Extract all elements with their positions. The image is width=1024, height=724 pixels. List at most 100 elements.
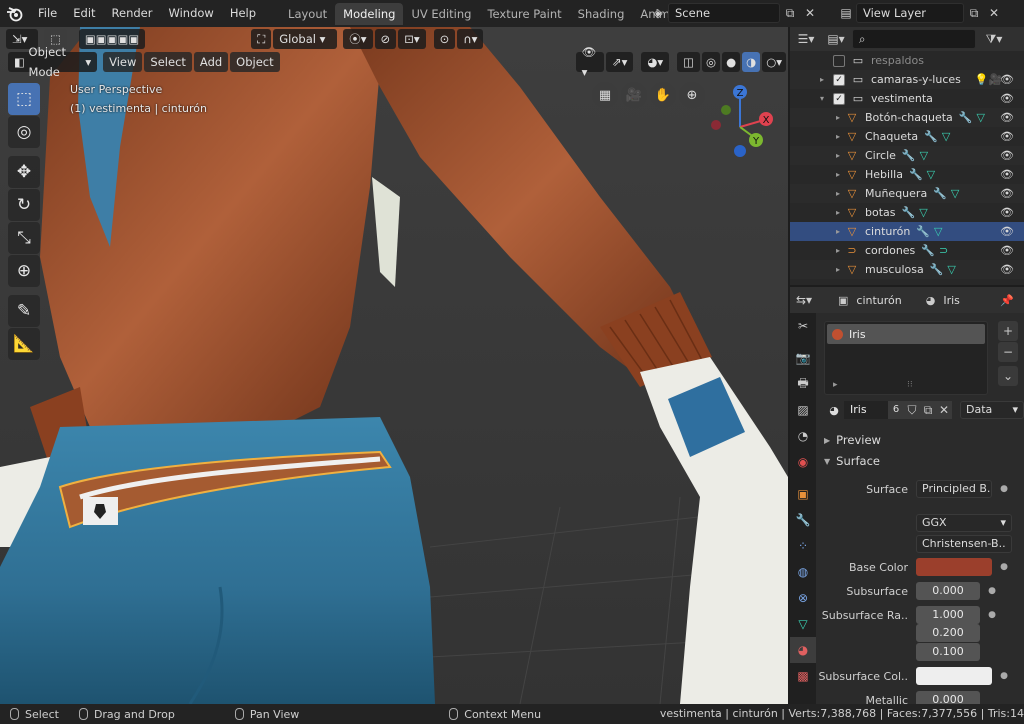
object-data-icon[interactable]: ▽: [920, 149, 928, 162]
view-layer-tab-icon[interactable]: ▨: [790, 397, 816, 423]
shading-material-icon[interactable]: ◑: [742, 52, 761, 72]
modifier-icon[interactable]: 🔧: [902, 206, 916, 219]
pin-icon[interactable]: 📌: [1000, 294, 1014, 307]
output-tab-icon[interactable]: 🖶: [790, 371, 816, 397]
visibility-eye-icon[interactable]: 👁: [1000, 244, 1014, 257]
rotate-tool-icon[interactable]: ↻: [8, 189, 40, 221]
overlays-icon[interactable]: ◕▾: [641, 52, 670, 72]
visibility-eye-icon[interactable]: 👁: [1000, 263, 1014, 276]
object-data-icon[interactable]: ▽: [977, 111, 985, 124]
object-data-icon[interactable]: ▽: [947, 263, 955, 276]
metallic-field[interactable]: 0.000: [916, 691, 980, 704]
visibility-eye-icon[interactable]: 👁: [1000, 206, 1014, 219]
outliner-row[interactable]: ▸ ▽ Circle 🔧 ▽ 👁: [790, 146, 1024, 165]
scale-tool-icon[interactable]: ⤡: [8, 222, 40, 254]
surface-shader-dropdown[interactable]: Principled B..: [916, 480, 992, 498]
transform-orientation-icon[interactable]: ⛶: [251, 29, 272, 49]
world-tab-icon[interactable]: ◉: [790, 449, 816, 475]
shading-solid-icon[interactable]: ●: [722, 52, 741, 72]
disclosure-triangle-icon[interactable]: ▾: [816, 94, 828, 103]
socket-dot-icon[interactable]: ●: [996, 562, 1012, 572]
pivot-point-icon[interactable]: ⦿▾: [343, 29, 373, 49]
surface-panel-header[interactable]: ▼ Surface: [816, 450, 1024, 472]
material-tab-icon[interactable]: ◕: [790, 637, 816, 663]
link-mode-dropdown[interactable]: Data ▾: [960, 401, 1024, 419]
tab-modeling[interactable]: Modeling: [335, 2, 404, 25]
cursor-tool-icon[interactable]: ◎: [8, 116, 40, 148]
menu-render[interactable]: Render: [104, 0, 161, 27]
distribution-dropdown[interactable]: GGX ▾: [916, 514, 1012, 532]
modifier-icon[interactable]: 🔧: [909, 168, 923, 181]
grid-view-icon[interactable]: ▦: [592, 82, 618, 108]
object-data-icon[interactable]: ▽: [927, 168, 935, 181]
particles-tab-icon[interactable]: ⁘: [790, 533, 816, 559]
modifier-icon[interactable]: 🔧: [930, 263, 944, 276]
tab-uv-editing[interactable]: UV Editing: [403, 3, 479, 25]
visibility-eye-icon[interactable]: 👁: [1000, 187, 1014, 200]
slot-specials-icon[interactable]: ⌄: [998, 366, 1018, 386]
visibility-eye-icon[interactable]: 👁: [1000, 168, 1014, 181]
transform-orientation-dropdown[interactable]: Global ▾: [273, 29, 338, 49]
move-tool-icon[interactable]: ✥: [8, 156, 40, 188]
disclosure-triangle-icon[interactable]: ▸: [832, 227, 844, 236]
sss-method-dropdown[interactable]: Christensen-B..: [916, 535, 1012, 553]
disclosure-triangle-icon[interactable]: ▸: [816, 75, 828, 84]
menu-add[interactable]: Add: [193, 52, 229, 72]
annotate-tool-icon[interactable]: ✎: [8, 295, 40, 327]
subsurface-radius-y-field[interactable]: 0.200: [916, 624, 980, 642]
outliner-row[interactable]: ▸ ▽ Chaqueta 🔧 ▽ 👁: [790, 127, 1024, 146]
disclosure-triangle-icon[interactable]: ▸: [832, 208, 844, 217]
texture-tab-icon[interactable]: ▩: [790, 663, 816, 689]
disclosure-triangle-icon[interactable]: ▸: [832, 246, 844, 255]
menu-file[interactable]: File: [30, 0, 65, 27]
visibility-eye-icon[interactable]: 👁: [1000, 130, 1014, 143]
camera-view-icon[interactable]: 🎥: [621, 82, 647, 108]
modifier-icon[interactable]: 🔧: [902, 149, 916, 162]
view-layer-field[interactable]: View Layer: [856, 3, 964, 23]
exclude-checkbox[interactable]: [833, 54, 845, 67]
socket-dot-icon[interactable]: ●: [996, 671, 1012, 681]
select-tool-icon[interactable]: ⬚: [8, 83, 40, 115]
menu-view[interactable]: View: [103, 52, 143, 72]
view-layer-icon[interactable]: ▤: [836, 3, 856, 23]
duplicate-material-icon[interactable]: ⧉: [920, 401, 936, 419]
modifier-icon[interactable]: 🔧: [921, 244, 935, 257]
proportional-edit-icon[interactable]: ⊙: [433, 29, 456, 49]
blender-logo-icon[interactable]: [0, 0, 30, 27]
shading-wireframe-icon[interactable]: ◎: [702, 52, 721, 72]
subsurface-radius-z-field[interactable]: 0.100: [916, 643, 980, 661]
menu-edit[interactable]: Edit: [65, 0, 103, 27]
xray-icon[interactable]: ◫: [677, 52, 701, 72]
editor-type-icon[interactable]: ⇆▾: [794, 290, 814, 310]
users-count[interactable]: 6: [888, 401, 904, 419]
outliner-row[interactable]: ▸ ▽ cinturón 🔧 ▽ 👁: [790, 222, 1024, 241]
3d-viewport[interactable]: ⇲▾ ⬚ ▣▣▣▣▣ ⛶ Global ▾ ⦿▾ ⊘ ⊡▾ ⊙ ∩▾ ◧ Obj…: [0, 27, 788, 704]
visibility-icon[interactable]: 👁▾: [575, 45, 604, 79]
exclude-checkbox[interactable]: ✓: [833, 92, 845, 105]
outliner-row[interactable]: ▸ ⊃ cordones 🔧 ⊃ 👁: [790, 241, 1024, 260]
measure-tool-icon[interactable]: 📐: [8, 328, 40, 360]
remove-slot-icon[interactable]: −: [998, 342, 1018, 362]
exclude-checkbox[interactable]: ✓: [833, 73, 845, 86]
socket-dot-icon[interactable]: ●: [984, 610, 1000, 620]
new-scene-icon[interactable]: ⧉: [780, 3, 800, 23]
add-slot-icon[interactable]: +: [998, 321, 1018, 341]
filter-icon[interactable]: ⧩▾: [984, 29, 1004, 49]
visibility-eye-icon[interactable]: 👁: [1000, 73, 1014, 86]
disclosure-triangle-icon[interactable]: ▸: [832, 113, 844, 122]
visibility-eye-icon[interactable]: 👁: [1000, 92, 1014, 105]
constraints-tab-icon[interactable]: ⊗: [790, 585, 816, 611]
outliner-row[interactable]: ▸ ▽ botas 🔧 ▽ 👁: [790, 203, 1024, 222]
tab-texture-paint[interactable]: Texture Paint: [479, 3, 569, 25]
subsurface-field[interactable]: 0.000: [916, 582, 980, 600]
outliner-row[interactable]: ▸ ▽ musculosa 🔧 ▽ 👁: [790, 260, 1024, 279]
delete-view-layer-icon[interactable]: ✕: [984, 3, 1004, 23]
outliner-row[interactable]: ▸ ▽ Hebilla 🔧 ▽ 👁: [790, 165, 1024, 184]
snap-target-icon[interactable]: ⊡▾: [398, 29, 426, 49]
socket-dot-icon[interactable]: ●: [984, 586, 1000, 596]
modifier-icon[interactable]: 🔧: [924, 130, 938, 143]
delete-scene-icon[interactable]: ✕: [800, 3, 820, 23]
mode-dropdown[interactable]: ◧ Object Mode ▾: [8, 45, 98, 79]
outliner-row[interactable]: ▭ respaldos: [790, 51, 1024, 70]
disclosure-triangle-icon[interactable]: ▸: [832, 151, 844, 160]
